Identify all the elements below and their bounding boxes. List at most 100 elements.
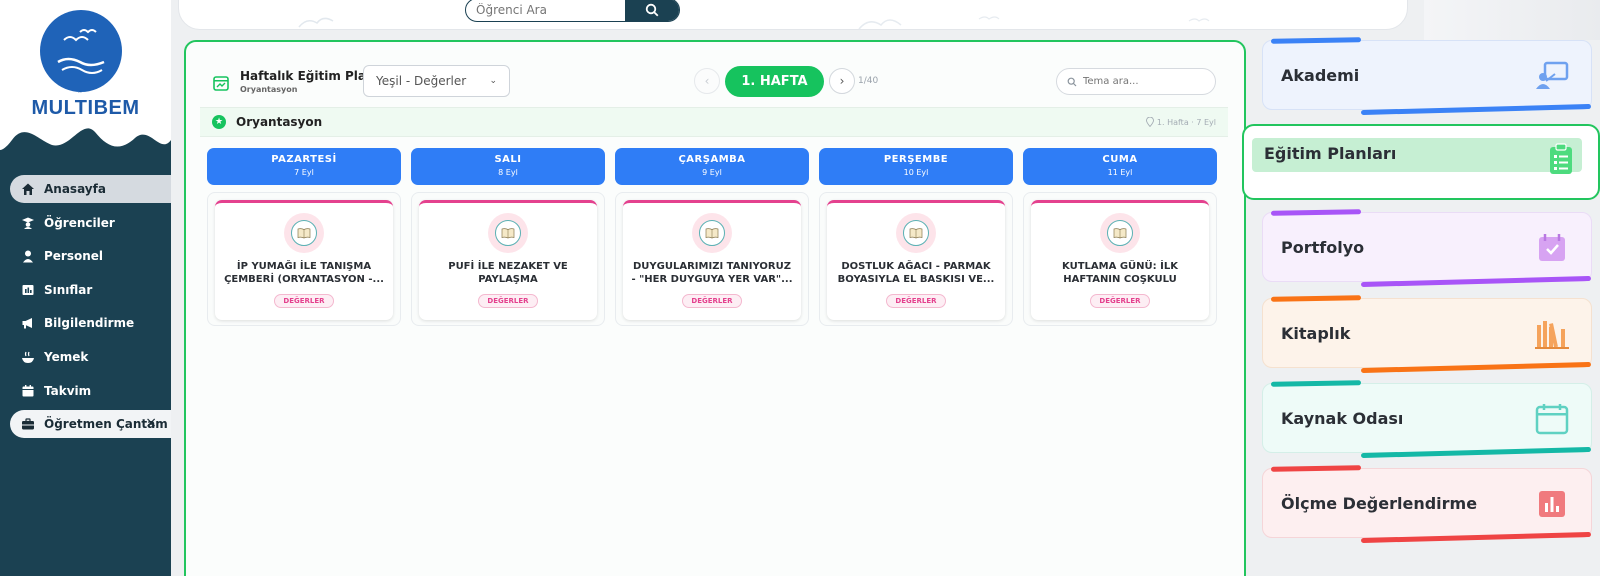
card-accent-stripe [1360,446,1592,459]
activity-card[interactable]: PUFİ İLE NEZAKET VE PAYLAŞMA DEĞERLER [419,200,597,320]
module-card-kaynak-odasi[interactable]: Kaynak Odası [1262,380,1592,459]
next-week-button[interactable]: › [829,68,855,94]
theme-select-value: Yeşil - Değerler [376,74,467,88]
section-header: ★ Oryantasyon 1. Hafta · 7 Eyl [200,107,1228,137]
classes-icon [20,282,36,298]
student-search-input[interactable] [466,0,626,20]
sidebar-item-ogretmen-cantam[interactable]: Öğretmen Çantam × [10,410,171,439]
day-column: PERŞEMBE 10 Eyl DOSTLUK AĞACI - PARMAK B… [819,148,1013,326]
search-button[interactable] [625,0,679,21]
sidebar-item-ogrenciler[interactable]: Öğrenciler [10,209,171,237]
brand-name: MULTIBEM [31,97,140,119]
card-accent-stripe [1360,531,1592,544]
sidebar-item-takvim[interactable]: Takvim [10,377,171,405]
sidebar-item-label: Öğrenciler [44,215,115,230]
prev-week-button[interactable]: ‹ [694,68,720,94]
week-indicator[interactable]: 1. HAFTA [725,66,824,97]
activity-slot: İP YUMAĞI İLE TANIŞMA ÇEMBERİ (ORYANTASY… [207,192,401,326]
module-card-kitaplik[interactable]: Kitaplık [1262,295,1592,374]
card-accent-stripe [1270,380,1362,387]
calendar-chart-icon [213,76,229,91]
topic-search-input[interactable] [1083,76,1203,87]
activity-tag: DEĞERLER [886,294,946,308]
sidebar-item-siniflar[interactable]: Sınıflar [10,276,171,304]
book-icon [896,213,936,253]
card-accent-stripe [1360,361,1592,374]
cloud-decoration [298,16,1210,30]
card-accent-stripe [1360,103,1592,116]
module-card-portfolyo[interactable]: Portfolyo [1262,209,1592,288]
chevron-right-icon: › [839,74,845,88]
activity-tag: DEĞERLER [682,294,742,308]
day-header: PAZARTESİ 7 Eyl [207,148,401,185]
book-icon [284,213,324,253]
activity-card[interactable]: İP YUMAĞI İLE TANIŞMA ÇEMBERİ (ORYANTASY… [215,200,393,320]
clipboard-icon [1544,142,1578,176]
module-card-label: Kaynak Odası [1281,408,1404,428]
module-card-label: Ölçme Değerlendirme [1281,493,1478,513]
week-days: PAZARTESİ 7 Eyl İP YUMAĞI İLE TANIŞMA ÇE… [207,148,1227,348]
logo-icon[interactable] [40,10,122,92]
sidebar-nav: Anasayfa Öğrenciler Personel Sınıflar Bi… [0,175,171,444]
card-accent-stripe [1270,295,1362,302]
sidebar-item-label: Anasayfa [44,182,106,196]
bookshelf-icon [1535,317,1569,351]
activity-card[interactable]: KUTLAMA GÜNÜ: İLK HAFTANIN COŞKULU KAPAN… [1031,200,1209,320]
activity-slot: DOSTLUK AĞACI - PARMAK BOYASIYLA EL BASK… [819,192,1013,326]
sidebar-item-yemek[interactable]: Yemek [10,343,171,371]
module-card-label: Kitaplık [1281,323,1351,343]
activity-title: DOSTLUK AĞACI - PARMAK BOYASIYLA EL BASK… [837,261,995,285]
student-search [465,0,680,22]
activity-tag: DEĞERLER [478,294,538,308]
day-date: 10 Eyl [903,168,929,177]
activity-title: KUTLAMA GÜNÜ: İLK HAFTANIN COŞKULU KAPAN… [1062,261,1178,285]
day-name: PERŞEMBE [883,154,949,165]
location-pin-icon [1145,117,1154,127]
day-name: PAZARTESİ [271,154,337,165]
students-icon [20,215,36,231]
activity-tag: DEĞERLER [274,294,334,308]
activity-slot: DUYGULARIMIZI TANIYORUZ - "HER DUYGUYA Y… [615,192,809,326]
resource-calendar-icon [1535,402,1569,436]
day-header: SALI 8 Eyl [411,148,605,185]
home-icon [20,181,36,197]
week-page-count: 1/40 [858,76,879,86]
day-header: ÇARŞAMBA 9 Eyl [615,148,809,185]
module-card-label: Portfolyo [1281,237,1365,257]
calendar-icon [20,383,36,399]
user-profile-area[interactable] [1424,0,1600,40]
meal-icon [20,349,36,365]
activity-card[interactable]: DOSTLUK AĞACI - PARMAK BOYASIYLA EL BASK… [827,200,1005,320]
activity-slot: KUTLAMA GÜNÜ: İLK HAFTANIN COŞKULU KAPAN… [1023,192,1217,326]
staff-icon [20,248,36,264]
teacher-board-icon [1535,59,1569,93]
sidebar-item-bilgilendirme[interactable]: Bilgilendirme [10,309,171,337]
theme-select[interactable]: Yeşil - Değerler ⌄ [363,65,510,97]
close-icon[interactable]: × [145,415,157,431]
sidebar-item-personel[interactable]: Personel [10,242,171,270]
module-card-akademi[interactable]: Akademi [1262,37,1592,116]
book-icon [488,213,528,253]
search-icon [1067,77,1077,86]
card-accent-stripe [1270,37,1362,44]
day-column: CUMA 11 Eyl KUTLAMA GÜNÜ: İLK HAFTANIN C… [1023,148,1217,326]
module-card-olcme-degerlendirme[interactable]: Ölçme Değerlendirme [1262,465,1592,544]
portfolio-icon [1535,231,1569,265]
sidebar-item-label: Bilgilendirme [44,316,135,331]
book-icon [1100,213,1140,253]
module-card-label: Akademi [1281,65,1360,85]
day-name: CUMA [1102,154,1138,165]
search-icon [645,3,659,17]
day-name: SALI [494,154,522,165]
module-card-egitim-planlari[interactable]: Eğitim Planları [1242,124,1600,200]
day-date: 11 Eyl [1107,168,1133,177]
day-header: PERŞEMBE 10 Eyl [819,148,1013,185]
sidebar-item-anasayfa[interactable]: Anasayfa [10,175,171,203]
card-accent-stripe [1270,209,1362,216]
chevron-left-icon: ‹ [704,74,710,88]
chevron-down-icon: ⌄ [489,76,497,86]
activity-title: İP YUMAĞI İLE TANIŞMA ÇEMBERİ (ORYANTASY… [224,261,384,285]
activity-title: DUYGULARIMIZI TANIYORUZ - "HER DUYGUYA Y… [631,261,793,285]
activity-card[interactable]: DUYGULARIMIZI TANIYORUZ - "HER DUYGUYA Y… [623,200,801,320]
day-date: 9 Eyl [702,168,722,177]
